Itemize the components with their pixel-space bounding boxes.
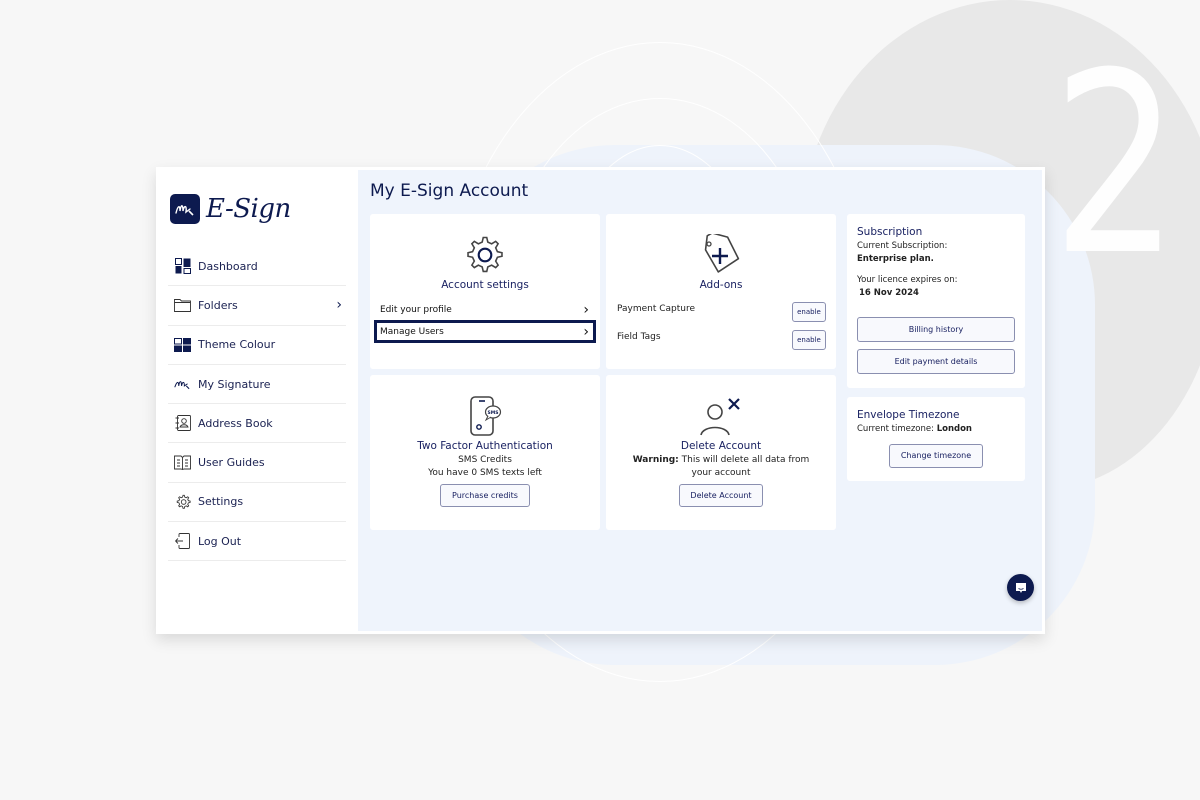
timezone-value: London [936, 424, 972, 434]
chevron-right-icon: › [583, 302, 589, 318]
sidebar-item-user-guides[interactable]: User Guides [168, 443, 346, 483]
card-title: Envelope Timezone [857, 409, 960, 421]
edit-payment-details-button[interactable]: Edit payment details [857, 349, 1015, 374]
sms-credits-status: You have 0 SMS texts left [428, 468, 542, 478]
logo-text: E-Sign [206, 194, 291, 224]
sidebar: E-Sign Dashboard Folders › Theme Colour [156, 167, 358, 634]
delete-account-card: Delete Account Warning: This will delete… [606, 375, 836, 530]
delete-warning: Warning: This will delete all data from … [606, 454, 836, 480]
sidebar-item-log-out[interactable]: Log Out [168, 522, 346, 562]
chevron-right-icon[interactable]: › [336, 297, 342, 313]
sidebar-item-settings[interactable]: Settings [168, 483, 346, 523]
licence-expiry-label: Your licence expires on: [857, 275, 958, 285]
change-timezone-button[interactable]: Change timezone [889, 443, 983, 468]
current-subscription-label: Current Subscription: [857, 241, 948, 251]
current-subscription-value: Enterprise plan. [857, 254, 934, 264]
logo[interactable]: E-Sign [170, 189, 346, 229]
sidebar-item-theme-colour[interactable]: Theme Colour [168, 326, 346, 365]
user-remove-icon [606, 375, 836, 437]
card-title: Two Factor Authentication [417, 440, 553, 452]
addon-label: Field Tags [617, 332, 661, 342]
sidebar-item-label: Theme Colour [198, 338, 276, 352]
sidebar-item-my-signature[interactable]: My Signature [168, 365, 346, 405]
two-factor-card: SMS Two Factor Authentication SMS Credit… [370, 375, 600, 530]
sidebar-item-dashboard[interactable]: Dashboard [168, 247, 346, 287]
sms-badge: SMS [488, 410, 499, 416]
phone-sms-icon: SMS [370, 375, 600, 437]
chevron-right-icon: › [583, 323, 589, 340]
sidebar-item-label: Address Book [198, 416, 273, 430]
enable-payment-capture-button[interactable]: enable [792, 302, 826, 322]
folder-icon [174, 297, 191, 314]
licence-expiry-value: 16 Nov 2024 [859, 288, 919, 298]
sidebar-item-label: User Guides [198, 456, 265, 470]
edit-profile-link[interactable]: Edit your profile › [375, 300, 595, 320]
card-title: Account settings [441, 279, 529, 291]
card-title: Add-ons [699, 279, 743, 291]
gear-icon [370, 214, 600, 276]
logo-mark-icon [170, 194, 200, 224]
delete-account-button[interactable]: Delete Account [679, 484, 763, 507]
log-out-icon [174, 533, 191, 550]
app-window: E-Sign Dashboard Folders › Theme Colour [156, 167, 1045, 634]
sms-credits-label: SMS Credits [458, 455, 512, 465]
tag-plus-icon [606, 214, 836, 276]
account-settings-card: Account settings Edit your profile › Man… [370, 214, 600, 369]
page-title: My E-Sign Account [370, 181, 529, 201]
card-title: Delete Account [680, 440, 762, 452]
addon-label: Payment Capture [617, 304, 696, 314]
timezone-card: Envelope Timezone Current timezone: Lond… [847, 397, 1025, 481]
sidebar-item-label: My Signature [198, 377, 271, 391]
sidebar-item-label: Log Out [198, 534, 242, 548]
addon-row: Field Tags enable [606, 327, 836, 353]
warning-text: This will delete all data from your acco… [678, 455, 810, 478]
card-title: Subscription [857, 226, 923, 238]
sidebar-item-label: Settings [198, 495, 244, 509]
main-content: My E-Sign Account Account settings Edit … [358, 170, 1045, 634]
sidebar-item-address-book[interactable]: Address Book [168, 404, 346, 444]
sidebar-item-label: Dashboard [198, 259, 258, 273]
billing-history-button[interactable]: Billing history [857, 317, 1015, 342]
theme-colour-icon [174, 336, 191, 353]
address-book-icon [174, 415, 191, 432]
addons-card: Add-ons Payment Capture enable Field Tag… [606, 214, 836, 369]
warning-label: Warning: [632, 455, 679, 465]
timezone-label: Current timezone: [857, 424, 937, 434]
addon-row: Payment Capture enable [606, 299, 836, 325]
chat-icon [1015, 582, 1026, 593]
current-timezone: Current timezone: London [857, 423, 1015, 436]
subscription-card: Subscription Current Subscription: Enter… [847, 214, 1025, 388]
manage-users-link[interactable]: Manage Users › [374, 320, 596, 343]
dashboard-icon [174, 258, 191, 275]
link-label: Edit your profile [380, 305, 452, 315]
purchase-credits-button[interactable]: Purchase credits [440, 484, 530, 507]
chat-support-button[interactable] [1007, 574, 1034, 601]
sidebar-item-folders[interactable]: Folders › [168, 286, 346, 326]
link-label: Manage Users [380, 326, 444, 337]
user-guides-icon [174, 454, 191, 471]
settings-icon [174, 493, 191, 510]
sidebar-item-label: Folders [198, 298, 238, 312]
enable-field-tags-button[interactable]: enable [792, 330, 826, 350]
signature-icon [174, 376, 191, 393]
step-number: 2 [1052, 19, 1179, 310]
